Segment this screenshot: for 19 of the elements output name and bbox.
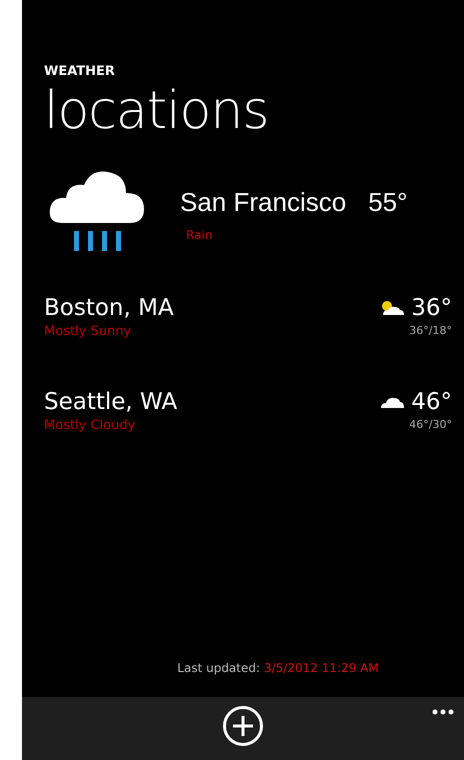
condition-text: Mostly Cloudy [44,418,136,433]
add-icon [222,705,264,747]
temperature: 36° [411,295,452,321]
condition-text: Mostly Sunny [44,324,132,339]
more-icon[interactable] [432,709,454,715]
last-updated-time: 3/5/2012 11:29 AM [264,661,379,675]
temperature-range: 36°/18° [409,324,452,337]
app-name: WEATHER [44,64,115,79]
last-updated-label: Last updated: [177,661,260,675]
city-name[interactable]: Seattle, WA [44,389,178,415]
temperature-range: 46°/30° [409,418,452,431]
condition-text: Rain [186,228,214,242]
sun-cloud-icon [379,299,406,317]
city-name[interactable]: Boston, MA [44,295,174,321]
city-name[interactable]: San Francisco [180,187,346,218]
page-title: locations [44,81,268,141]
cloud-icon [379,395,406,409]
temperature: 55° [368,187,408,218]
temperature: 46° [411,389,452,415]
